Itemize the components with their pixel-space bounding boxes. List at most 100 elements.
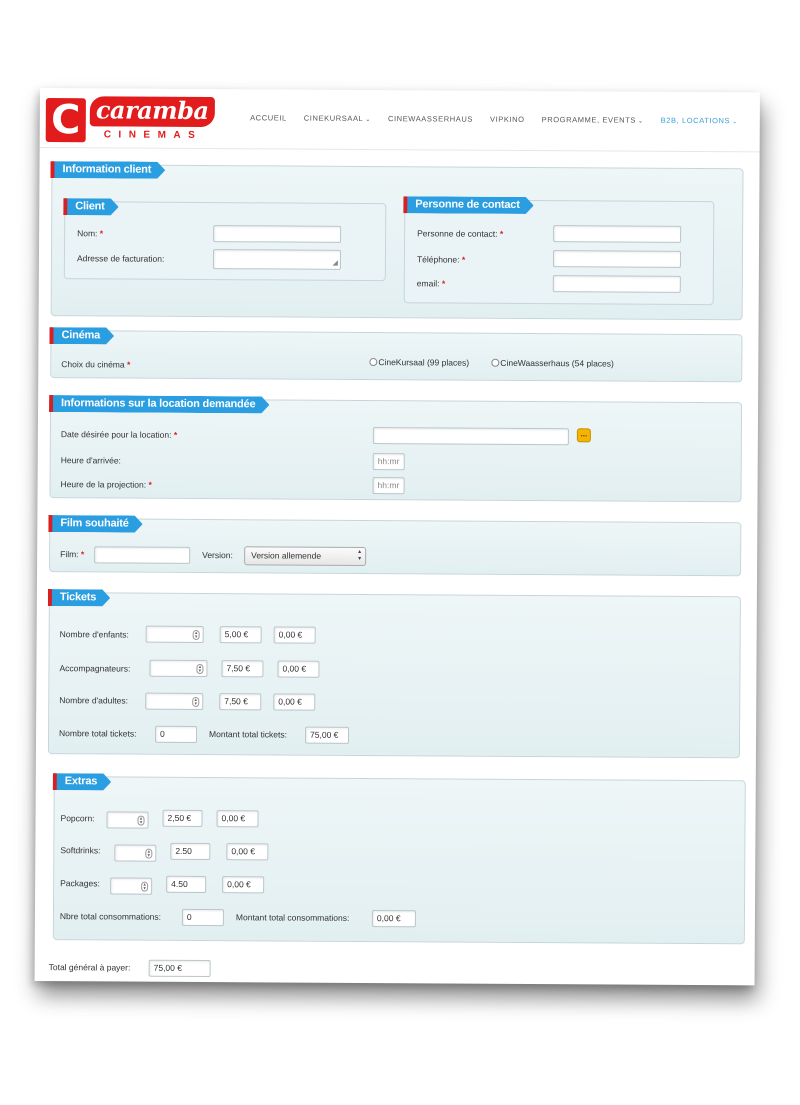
heure-projection-label: Heure de la projection: * [60, 479, 152, 490]
extra-total-field: 0,00 € [222, 876, 265, 894]
fieldset-client: Client Nom: * Adresse de facturation: ◢ [63, 198, 387, 282]
montant-tickets-field: 75,00 € [304, 726, 350, 744]
legend-location: Informations sur la location demandée [49, 395, 269, 413]
radio-button[interactable] [369, 358, 378, 367]
telephone-input[interactable] [552, 250, 682, 268]
total-consommations-field: 0 [181, 908, 224, 927]
spinner-arrows-icon[interactable]: ▴ ▾ [192, 696, 200, 707]
extra-price-field: 2.50 [170, 842, 211, 861]
heure-projection-input[interactable]: hh:mr [372, 477, 405, 495]
montant-tickets-label: Montant total tickets: [209, 729, 288, 740]
film-label: Film: * [60, 549, 85, 560]
nav-cinewaasserhaus[interactable]: CINEWAASSERHAUS [388, 114, 473, 124]
extra-row-label: Softdrinks: [60, 845, 101, 856]
ticket-price-field: 7,50 € [219, 693, 262, 711]
choix-cinema-label: Choix du cinéma * [61, 359, 131, 370]
heure-arrivee-input[interactable]: hh:mr [372, 453, 405, 471]
fieldset-location: Informations sur la location demandée Da… [49, 395, 743, 503]
quantity-stepper[interactable]: ▴ ▾ [110, 877, 153, 895]
quantity-stepper[interactable]: ▴ ▾ [149, 659, 208, 678]
date-input[interactable] [372, 427, 569, 446]
film-input[interactable] [94, 546, 191, 564]
chevron-down-icon: ⌄ [732, 119, 738, 126]
spinner-arrows-icon[interactable]: ▴ ▾ [137, 815, 145, 826]
page-sheet: C caramba CINEMAS ACCUEIL CINEKURSAAL ⌄ C… [34, 88, 760, 986]
ticket-total-field: 0,00 € [277, 660, 320, 678]
logo-subtitle: CINEMAS [103, 129, 203, 141]
extra-total-field: 0,00 € [216, 810, 259, 828]
quantity-stepper[interactable]: ▴ ▾ [114, 844, 157, 862]
ticket-price-field: 7,50 € [221, 660, 264, 678]
email-input[interactable] [552, 275, 681, 293]
radio-cinekursaal[interactable]: CineKursaal (99 places) [369, 357, 469, 368]
nom-label: Nom: * [77, 228, 104, 239]
ticket-row-label: Accompagnateurs: [59, 663, 131, 674]
legend-extras: Extras [53, 773, 112, 790]
total-general-field: 75,00 € [148, 959, 211, 978]
fieldset-personne-contact: Personne de contact Personne de contact:… [403, 196, 715, 306]
nav-vipkino[interactable]: VIPKINO [490, 115, 525, 124]
legend-film: Film souhaité [48, 515, 142, 533]
chevron-down-icon: ⌄ [365, 116, 372, 124]
fieldset-tickets: Tickets Nombre d'enfants: ▴ ▾ 5,00 € 0,00… [48, 589, 741, 759]
nav-accueil[interactable]: ACCUEIL [250, 113, 287, 122]
legend-personne-contact: Personne de contact [403, 196, 534, 214]
radio-button[interactable] [491, 358, 500, 367]
spinner-arrows-icon[interactable]: ▴ ▾ [192, 629, 200, 640]
fieldset-extras: Extras Popcorn: ▴ ▾ 2,50 € 0,00 € Softdri… [53, 773, 746, 945]
resize-handle-icon[interactable]: ◢ [333, 260, 338, 267]
spinner-arrows-icon[interactable]: ▴ ▾ [141, 881, 149, 892]
calendar-button[interactable]: ... [576, 428, 591, 443]
total-tickets-field: 0 [155, 725, 198, 743]
montant-consommations-field: 0,00 € [371, 910, 416, 928]
legend-client: Client [63, 198, 118, 215]
ticket-total-field: 0,00 € [273, 693, 316, 711]
spinner-arrows-icon[interactable]: ▴ ▾ [145, 848, 153, 859]
extra-row-label: Packages: [60, 878, 100, 889]
extra-price-field: 4.50 [166, 875, 207, 894]
date-label: Date désirée pour la location: * [60, 429, 178, 440]
nav-programme-events[interactable]: PROGRAMME, EVENTS ⌄ [542, 115, 644, 125]
ticket-row-label: Nombre d'adultes: [59, 695, 129, 706]
total-consommations-label: Nbre total consommations: [59, 911, 162, 922]
personne-contact-input[interactable] [553, 225, 682, 243]
extra-total-field: 0,00 € [226, 843, 269, 861]
quantity-stepper[interactable]: ▴ ▾ [145, 692, 204, 711]
nav-label: CINEWAASSERHAUS [387, 114, 474, 124]
spinner-arrows-icon[interactable]: ▴ ▾ [196, 663, 204, 675]
nav-b2b-locations[interactable]: B2B, LOCATIONS ⌄ [661, 116, 738, 125]
quantity-stepper[interactable]: ▴ ▾ [106, 811, 149, 829]
logo-word: caramba [89, 95, 215, 128]
personne-contact-label: Personne de contact: * [417, 228, 504, 239]
legend-information-client: Information client [50, 161, 165, 179]
nav-label: VIPKINO [489, 114, 525, 124]
quantity-stepper[interactable]: ▴ ▾ [145, 625, 204, 644]
total-tickets-label: Nombre total tickets: [59, 728, 137, 739]
ticket-price-field: 5,00 € [219, 626, 262, 644]
select-arrows-icon: ▴ ▾ [358, 548, 362, 562]
required-marker: * [99, 228, 104, 239]
nom-input[interactable] [213, 225, 342, 243]
fieldset-information-client: Information client Client Nom: * Adresse… [50, 161, 744, 321]
nav-label: CINEKURSAAL [303, 113, 364, 123]
heure-arrivee-label: Heure d'arrivée: [60, 455, 121, 466]
logo-letter: C [45, 97, 86, 143]
ticket-row-label: Nombre d'enfants: [59, 629, 129, 640]
legend-cinema: Cinéma [49, 327, 114, 344]
extra-price-field: 2,50 € [162, 809, 203, 828]
nav-cinekursaal[interactable]: CINEKURSAAL ⌄ [304, 114, 371, 123]
montant-consommations-label: Montant total consommations: [235, 912, 350, 923]
version-label: Version: [202, 549, 233, 561]
legend-tickets: Tickets [48, 589, 110, 606]
total-general-label: Total général à payer: [48, 962, 131, 973]
nav-label: B2B, LOCATIONS [660, 115, 731, 126]
email-label: email: * [416, 278, 446, 289]
telephone-label: Téléphone: * [416, 254, 466, 265]
fieldset-cinema: Cinéma Choix du cinéma * CineKursaal (99… [49, 327, 743, 383]
fieldset-film: Film souhaité Film: * Version: Version a… [48, 515, 742, 577]
radio-cinewaasserhaus[interactable]: CineWaasserhaus (54 places) [491, 358, 614, 369]
caramba-logo[interactable]: C caramba CINEMAS [45, 95, 215, 144]
version-select[interactable]: Version allemende ▴ ▾ [244, 546, 367, 567]
adresse-textarea[interactable]: ◢ [212, 249, 342, 270]
version-select-value: Version allemende [251, 550, 322, 561]
